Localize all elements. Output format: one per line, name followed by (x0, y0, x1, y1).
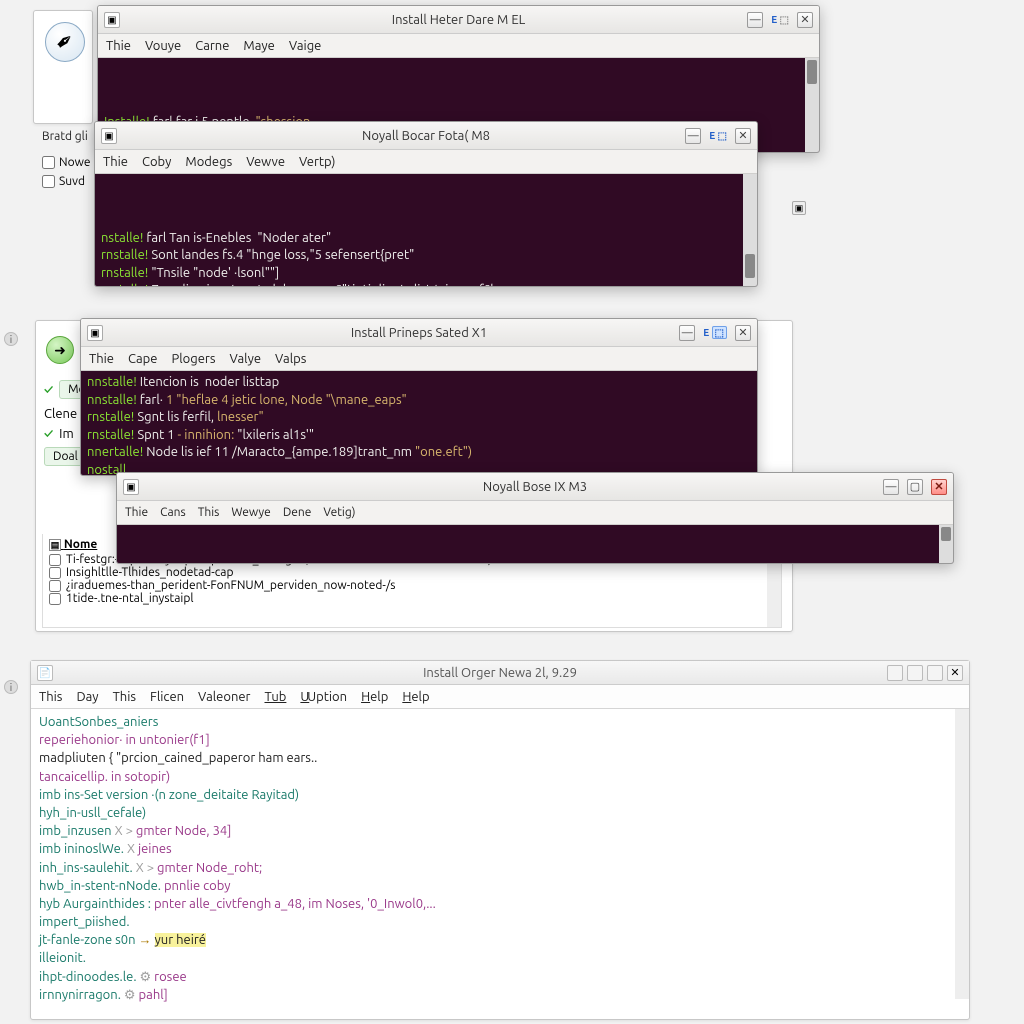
list-item-cb[interactable] (49, 567, 61, 579)
list-item-cb[interactable] (49, 580, 61, 592)
check-icon: ✓ (44, 427, 53, 441)
badge-e: E ⬚ (771, 14, 789, 26)
window-title: Noyall Bose IX M3 (117, 480, 953, 494)
close-button[interactable]: ✕ (931, 479, 947, 495)
info-icon: i (4, 680, 18, 694)
list-item: Insighltlle-Tlhides_nodetad-cap (66, 566, 234, 579)
term-app-icon: ▣ (87, 325, 103, 341)
terminal-output[interactable]: nstalle! farl Tan is-Enebles "Noder ater… (95, 174, 757, 286)
check-icon: ✓ (44, 383, 53, 397)
list-item: ¿iraduemes-than_perident-FonFNUM_pervide… (66, 579, 395, 592)
window-title: Install Heter Dare M EL (98, 13, 819, 27)
maximize-button[interactable]: ▢ (907, 479, 923, 495)
list-header-icon: ▤ (49, 539, 61, 551)
scrollbar[interactable] (955, 709, 969, 999)
list-item-cb[interactable] (49, 554, 61, 566)
list-item-cb[interactable] (49, 593, 61, 605)
menubar[interactable]: ThieVouye CarneMaye Vaige (98, 34, 819, 58)
editor-body[interactable]: UoantSonbes_aniersreperiehonior· in unto… (31, 709, 969, 999)
pen-icon: ✒ (45, 22, 85, 62)
cb-suvd[interactable]: Suvd (42, 175, 91, 188)
close-button[interactable]: ✕ (797, 12, 813, 28)
list-item: 1tide-.tne-ntal_inystaipl (66, 592, 193, 605)
term-app-icon: ▣ (104, 12, 120, 28)
minimize-button[interactable]: — (747, 12, 763, 28)
badge-e: E ⬚ (703, 327, 727, 339)
window-title: Install Prineps Sated X1 (81, 326, 757, 340)
info-icon: i (4, 332, 18, 346)
terminal-window-4: ▣ Noyall Bose IX M3 — ▢ ✕ ThieCans ThisW… (116, 472, 954, 564)
brand-label: Bratd gli (42, 130, 88, 143)
scrollbar[interactable] (743, 174, 757, 286)
terminal-window-2: ▣ Noyall Bocar Fota( M8 — E ⬚ ✕ ThieCoby… (94, 121, 758, 287)
editor-menubar[interactable]: ThisDay ThisFlicen ValeonerTub UUption H… (31, 685, 969, 709)
minimize-button[interactable]: — (679, 325, 695, 341)
close-button[interactable]: ✕ (735, 128, 751, 144)
minimize-button[interactable]: — (685, 128, 701, 144)
list-header-name: Nome (64, 538, 97, 551)
badge-e: E ⬚ (709, 130, 727, 142)
cb-nowe[interactable]: Nowe (42, 156, 91, 169)
terminal-output[interactable]: nnstalle! Itencion is noder listtapnnsta… (81, 371, 757, 475)
term-app-icon: ▣ (101, 128, 117, 144)
terminal-output[interactable]: rnsfaco;ar! "s* incpbes Node is shossbes… (117, 525, 953, 563)
editor-window: 📄 Install Orger Newa 2l, 9.29 ✕ ThisDay … (30, 660, 970, 1020)
term-app-icon: ▣ (123, 479, 139, 495)
minimize-button[interactable]: — (883, 479, 899, 495)
scrollbar[interactable] (805, 58, 819, 152)
window-title: Noyall Bocar Fota( M8 (95, 129, 757, 143)
im-label: Im (59, 427, 74, 441)
editor-title: Install Orger Newa 2l, 9.29 (31, 666, 969, 680)
menubar[interactable]: ThieCoby ModegsVewve Vertp) (95, 150, 757, 174)
expand-icon[interactable]: ▣ (792, 201, 806, 215)
scrollbar[interactable] (939, 525, 953, 563)
close-button[interactable]: ✕ (735, 325, 751, 341)
menubar[interactable]: ThieCape PlogersValye Valps (81, 347, 757, 371)
terminal-window-3: ▣ Install Prineps Sated X1 — E ⬚ ✕ ThieC… (80, 318, 758, 476)
menubar[interactable]: ThieCans ThisWewye DeneVetig) (117, 501, 953, 525)
